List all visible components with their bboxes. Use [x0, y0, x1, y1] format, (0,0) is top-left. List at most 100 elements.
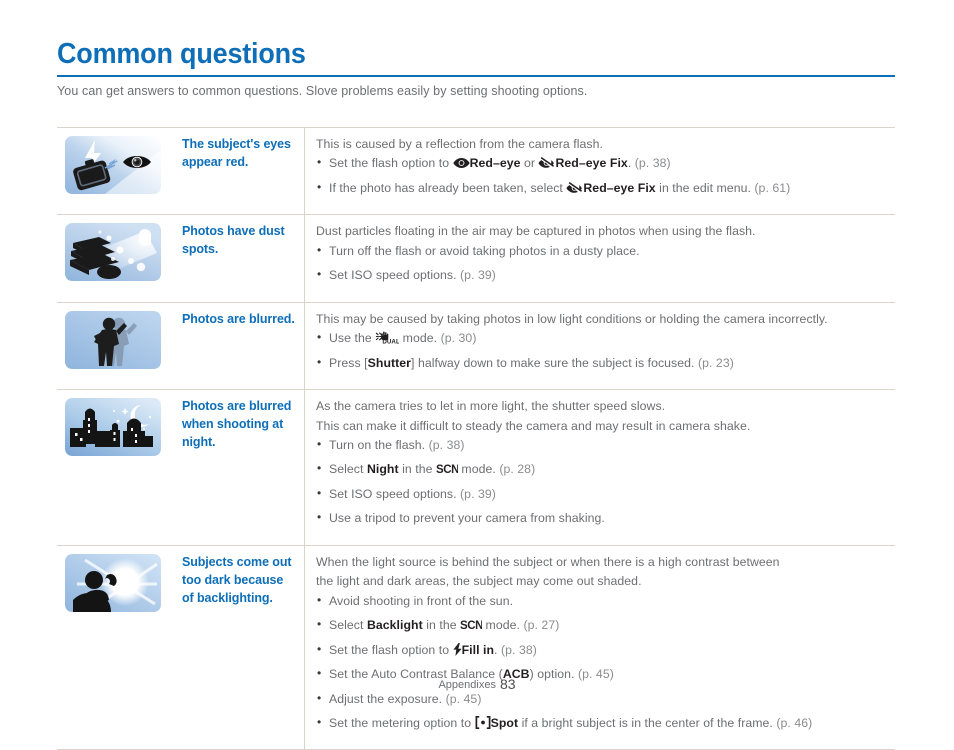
backlight-person-thumb	[65, 553, 161, 612]
answer-bullet-list: Avoid shooting in front of the sun. Selec…	[316, 592, 889, 733]
page-reference[interactable]: (p. 30)	[441, 331, 477, 345]
table-row: Subjects come out too dark because of ba…	[57, 545, 895, 750]
answer-intro: This is caused by a reflection from the …	[316, 137, 603, 151]
answer-bullet-item: Use the DUAL mode. (p. 30)	[316, 329, 889, 347]
page-reference[interactable]: (p. 27)	[523, 618, 559, 632]
page-reference[interactable]: (p. 38)	[635, 156, 671, 170]
spot-metering-icon	[475, 715, 491, 729]
answer-intro: When the light source is behind the subj…	[316, 554, 780, 569]
question-label-cell: Subjects come out too dark because of ba…	[172, 545, 305, 750]
svg-text:DUAL: DUAL	[383, 339, 400, 345]
table-row: The subject's eyes appear red. This is ca…	[57, 128, 895, 216]
dust-spots-thumb	[65, 223, 161, 282]
answer-bullet-list: Turn on the flash. (p. 38) Select Night i…	[316, 436, 889, 528]
blurred-person-thumb	[65, 310, 161, 369]
question-label: Photos have dust spots.	[182, 224, 285, 257]
answer-bullet-item: Avoid shooting in front of the sun.	[316, 592, 889, 610]
answer-text: Use the	[329, 331, 376, 346]
flash-red-eye-thumb-art	[65, 136, 161, 194]
answer-bullet-list: Set the flash option to Red–eye or Red–e…	[316, 154, 889, 197]
answer-text: mode.	[457, 462, 500, 477]
emphasis-text: Spot	[490, 715, 519, 730]
footer-page-number: 83	[499, 676, 516, 692]
night-city-thumb	[65, 398, 161, 457]
page-reference[interactable]: (p. 38)	[429, 438, 465, 452]
answer-text: Set ISO speed options.	[329, 268, 461, 283]
answer-intro: Dust particles floating in the air may b…	[316, 224, 756, 239]
question-label: Photos are blurred.	[182, 311, 295, 326]
page-reference[interactable]: (p. 39)	[460, 268, 496, 282]
common-questions-table: The subject's eyes appear red. This is ca…	[57, 127, 895, 750]
dust-spots-thumb-art	[65, 223, 161, 282]
answer-text: Turn on the flash.	[329, 437, 429, 452]
answer-text: Avoid shooting in front of the sun.	[329, 593, 514, 608]
answer-text: Set the flash option to	[329, 642, 453, 657]
page-reference[interactable]: (p. 46)	[776, 716, 812, 730]
page-reference[interactable]: (p. 45)	[446, 692, 482, 706]
answer-bullet-item: Turn on the flash. (p. 38)	[316, 436, 889, 454]
manual-page: Common questions You can get answers to …	[0, 0, 954, 750]
answer-cell: Dust particles floating in the air may b…	[305, 215, 895, 301]
red-eye-icon	[453, 157, 470, 169]
answer-text: .	[627, 156, 635, 171]
question-label-cell: Photos are blurred when shooting at nigh…	[172, 390, 305, 545]
answer-bullet-list: Turn off the flash or avoid taking photo…	[316, 242, 889, 285]
emphasis-text: Red–eye	[469, 156, 521, 171]
emphasis-text: Shutter	[367, 355, 412, 370]
question-thumbnail-cell	[57, 128, 172, 214]
answer-bullet-item: Use a tripod to prevent your camera from…	[316, 509, 889, 527]
answer-text: .	[494, 642, 501, 657]
answer-bullet-item: Turn off the flash or avoid taking photo…	[316, 242, 889, 260]
answer-text: ] halfway down to make sure the subject …	[411, 355, 698, 370]
answer-text: in the	[398, 462, 436, 477]
scn-mode-icon: SCN	[460, 619, 482, 631]
answer-text: Press [	[329, 355, 368, 370]
answer-text: Select	[329, 462, 367, 477]
answer-bullet-list: Use the DUAL mode. (p. 30) Press [Shutter…	[316, 329, 889, 372]
flash-red-eye-thumb	[65, 136, 161, 194]
page-reference[interactable]: (p. 23)	[698, 356, 734, 370]
answer-text: mode.	[399, 331, 441, 346]
question-label: The subject's eyes appear red.	[182, 137, 291, 169]
question-thumbnail-cell	[57, 390, 172, 545]
question-thumbnail-cell	[57, 546, 172, 750]
answer-bullet-item: Select Night in the SCN mode. (p. 28)	[316, 460, 889, 478]
answer-cell: This is caused by a reflection from the …	[305, 128, 895, 214]
answer-text: Adjust the exposure.	[329, 691, 446, 706]
answer-text: Set the flash option to	[329, 156, 453, 171]
answer-text: in the	[422, 618, 461, 633]
answer-bullet-item: Set the metering option to Spot if a bri…	[316, 714, 889, 732]
answer-intro-second-line: the light and dark areas, the subject ma…	[316, 574, 642, 589]
page-reference[interactable]: (p. 61)	[754, 181, 790, 195]
emphasis-text: Red–eye Fix	[555, 156, 628, 171]
answer-bullet-item: If the photo has already been taken, sel…	[316, 179, 889, 197]
page-title: Common questions	[57, 38, 306, 70]
table-row: Photos are blurred when shooting at nigh…	[57, 390, 895, 546]
footer-section-label: Appendixes	[438, 679, 496, 691]
emphasis-text: Backlight	[366, 618, 423, 633]
question-label-cell: The subject's eyes appear red.	[172, 128, 305, 215]
svg-text:SCN: SCN	[460, 620, 482, 631]
answer-text: in the edit menu.	[655, 180, 755, 195]
night-city-thumb-art	[65, 398, 161, 457]
answer-bullet-item: Set the flash option to Fill in. (p. 38)	[316, 641, 889, 659]
page-reference[interactable]: (p. 38)	[501, 643, 537, 657]
answer-bullet-item: Set the flash option to Red–eye or Red–e…	[316, 154, 889, 172]
answer-cell: This may be caused by taking photos in l…	[305, 303, 895, 389]
page-intro-text: You can get answers to common questions.…	[57, 84, 588, 98]
answer-text: Set the metering option to	[329, 715, 475, 730]
page-reference[interactable]: (p. 28)	[499, 462, 535, 476]
page-reference[interactable]: (p. 39)	[460, 487, 496, 501]
emphasis-text: Night	[366, 462, 399, 477]
fill-in-flash-icon	[452, 642, 462, 656]
emphasis-text: Fill in	[461, 642, 495, 657]
answer-intro: This may be caused by taking photos in l…	[316, 311, 828, 326]
emphasis-text: Red–eye Fix	[583, 180, 656, 195]
answer-bullet-item: Set ISO speed options. (p. 39)	[316, 485, 889, 503]
red-eye-fix-icon	[538, 157, 555, 169]
answer-intro-second-line: This can make it difficult to steady the…	[316, 418, 751, 433]
answer-text: Use a tripod to prevent your camera from…	[329, 511, 605, 526]
answer-text: Turn off the flash or avoid taking photo…	[329, 243, 640, 258]
table-row: Photos have dust spots. Dust particles fl…	[57, 215, 895, 303]
question-label-cell: Photos are blurred.	[172, 302, 305, 390]
